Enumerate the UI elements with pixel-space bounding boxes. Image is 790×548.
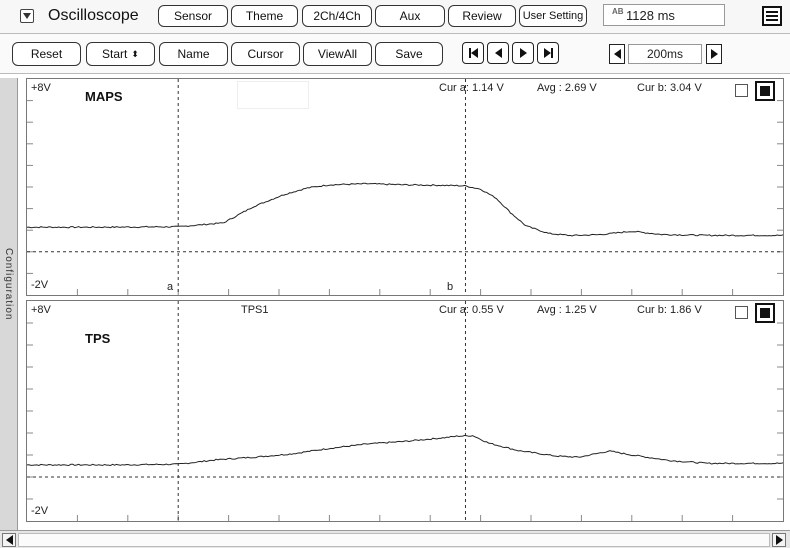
scope-panel-tps[interactable]: +8V -2V TPS1 TPS Cur a: 0.55 V Avg : 1.2… [26, 300, 784, 522]
scroll-right-icon [775, 535, 783, 545]
horizontal-scrollbar[interactable] [0, 530, 790, 548]
scroll-right-button[interactable] [772, 533, 786, 547]
reset-button[interactable]: Reset [12, 42, 81, 66]
channel-mode-button[interactable]: 2Ch/4Ch [302, 5, 372, 27]
dropdown-menu-icon[interactable] [20, 9, 34, 23]
waveform-trace [27, 182, 783, 237]
ab-label: AB [612, 7, 624, 16]
cursor-b-readout: Cur b: 1.86 V [637, 304, 702, 316]
scroll-left-button[interactable] [2, 533, 16, 547]
review-button[interactable]: Review [448, 5, 516, 27]
time-division-value: 200ms [628, 44, 702, 64]
top-voltage-label: +8V [31, 304, 51, 316]
next-icon [519, 48, 527, 58]
channel-name: TPS [85, 331, 111, 346]
average-readout: Avg : 1.25 V [537, 304, 597, 316]
blank-label-area [237, 81, 309, 109]
cursor-b-label: b [447, 281, 454, 293]
start-label: Start [102, 47, 128, 61]
channel-select-icon[interactable] [755, 303, 775, 323]
top-toolbar: Oscilloscope Sensor Theme 2Ch/4Ch Aux Re… [0, 0, 790, 34]
bottom-voltage-label: -2V [31, 505, 49, 517]
time-decrease-button[interactable] [609, 44, 625, 64]
average-readout: Avg : 2.69 V [537, 82, 597, 94]
next-frame-button[interactable] [512, 42, 534, 64]
cursor-a-label: a [167, 281, 174, 293]
left-arrow-icon [613, 49, 621, 59]
app-title: Oscilloscope [48, 7, 139, 24]
control-toolbar: Reset Start ⬍ Name Cursor ViewAll Save 2… [0, 34, 790, 74]
skip-start-icon [468, 48, 478, 58]
window-menu-icon[interactable] [762, 6, 782, 26]
first-frame-button[interactable] [462, 42, 484, 64]
cursor-b-readout: Cur b: 3.04 V [637, 82, 702, 94]
cursor-a-readout: Cur a: 1.14 V [439, 82, 504, 94]
configuration-label: Configuration [3, 248, 14, 321]
bottom-voltage-label: -2V [31, 279, 49, 291]
channel-checkbox[interactable] [735, 306, 748, 319]
waveform-plot-tps[interactable] [27, 301, 783, 521]
sensor-button[interactable]: Sensor [158, 5, 228, 27]
top-voltage-label: +8V [31, 82, 51, 94]
last-frame-button[interactable] [537, 42, 559, 64]
channel-checkbox[interactable] [735, 84, 748, 97]
configuration-tab[interactable]: Configuration [0, 78, 18, 530]
view-all-button[interactable]: ViewAll [303, 42, 372, 66]
time-value: 1128 ms [626, 7, 675, 23]
prev-frame-button[interactable] [487, 42, 509, 64]
start-button[interactable]: Start ⬍ [86, 42, 155, 66]
theme-button[interactable]: Theme [231, 5, 298, 27]
channel-name: MAPS [85, 89, 123, 104]
skip-end-icon [543, 48, 553, 58]
user-setting-button[interactable]: User Setting [519, 5, 587, 27]
name-button[interactable]: Name [159, 42, 228, 66]
save-button[interactable]: Save [375, 42, 443, 66]
updown-arrows-icon: ⬍ [131, 48, 139, 59]
cursor-button[interactable]: Cursor [231, 42, 300, 66]
time-increase-button[interactable] [706, 44, 722, 64]
cursor-a-readout: Cur a: 0.55 V [439, 304, 504, 316]
waveform-plot-maps[interactable] [27, 79, 783, 295]
scope-panel-maps[interactable]: +8V -2V MAPS Cur a: 1.14 V Avg : 2.69 V … [26, 78, 784, 296]
sensor-name-label: TPS1 [241, 304, 269, 316]
channel-select-icon[interactable] [755, 81, 775, 101]
aux-button[interactable]: Aux [375, 5, 445, 27]
prev-icon [494, 48, 502, 58]
time-readout: AB 1128 ms [603, 4, 725, 26]
right-arrow-icon [710, 49, 718, 59]
waveform-trace [27, 434, 783, 467]
scroll-track[interactable] [18, 533, 770, 547]
scroll-left-icon [5, 535, 13, 545]
